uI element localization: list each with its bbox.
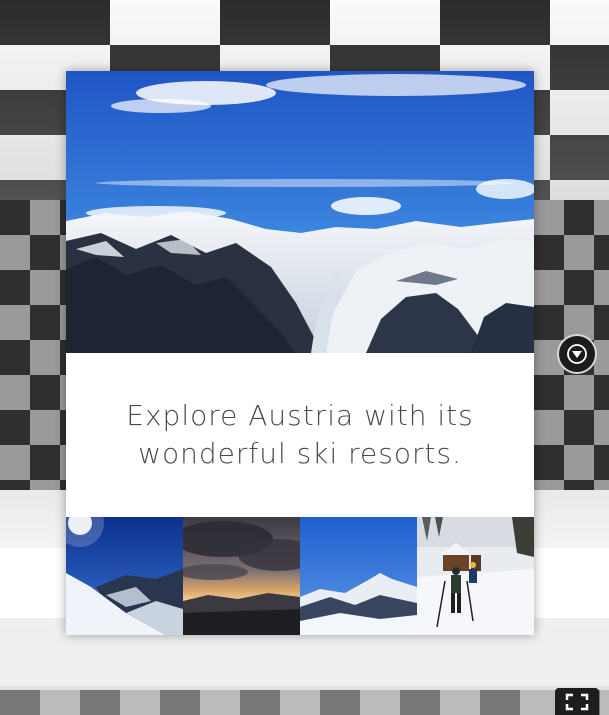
floor-band (0, 630, 609, 686)
fullscreen-button[interactable] (555, 688, 599, 715)
caption-text-block: Explore Austria with its wonderful ski r… (66, 353, 534, 517)
caption-line-2: wonderful ski resorts. (138, 437, 462, 470)
thumbnail-strip (66, 517, 534, 635)
floor-strip (0, 690, 609, 715)
compass-icon (567, 344, 587, 364)
thumbnail-mountain-peaks[interactable] (300, 517, 417, 635)
compass-nav-button[interactable] (557, 334, 597, 374)
fullscreen-icon (565, 693, 589, 710)
thumbnail-ski-tourers[interactable] (417, 517, 534, 635)
photo-story-card[interactable]: Explore Austria with its wonderful ski r… (66, 71, 534, 635)
thumbnail-sunlit-slope[interactable] (66, 517, 183, 635)
hero-mountain-photo (66, 71, 534, 353)
room-wall-left (0, 200, 70, 500)
thumbnail-sunset-clouds[interactable] (183, 517, 300, 635)
caption-line-1: Explore Austria with its (126, 399, 474, 432)
